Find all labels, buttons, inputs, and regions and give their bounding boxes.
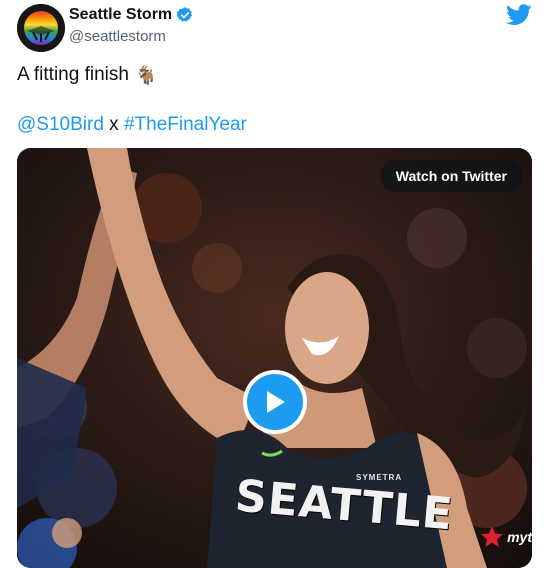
handle[interactable]: @seattlestorm [69, 28, 166, 45]
play-button[interactable] [243, 370, 307, 434]
tweet-text-body: A fitting finish [17, 64, 129, 85]
separator-text: x [109, 114, 119, 135]
name-row: Seattle Storm [69, 6, 194, 24]
tweet-text: A fitting finish 🐐 [17, 64, 157, 86]
twitter-bird-icon[interactable] [506, 4, 532, 26]
play-icon [267, 391, 285, 413]
jersey-sponsor-text: SYMETRA [356, 473, 403, 482]
watch-on-twitter-button[interactable]: Watch on Twitter [379, 160, 523, 192]
hashtag-link[interactable]: #TheFinalYear [124, 114, 247, 135]
mention-link[interactable]: @S10Bird [17, 114, 104, 135]
play-icon-circle [247, 374, 303, 430]
watermark-text: myt [507, 529, 532, 545]
display-name[interactable]: Seattle Storm [69, 6, 172, 24]
verified-badge-icon [176, 7, 193, 22]
watermark: myt [479, 524, 532, 550]
goat-emoji: 🐐 [134, 65, 158, 85]
embedded-tweet-card: Seattle Storm @seattlestorm A fitting fi… [0, 0, 549, 568]
tweet-links-line: @S10Bird x #TheFinalYear [17, 114, 247, 136]
watch-on-twitter-label: Watch on Twitter [395, 168, 507, 184]
star-icon [481, 526, 503, 547]
avatar[interactable] [17, 4, 65, 52]
video-thumbnail[interactable]: SEATTLE SYMETRA Watch on Twitter myt [17, 148, 532, 568]
